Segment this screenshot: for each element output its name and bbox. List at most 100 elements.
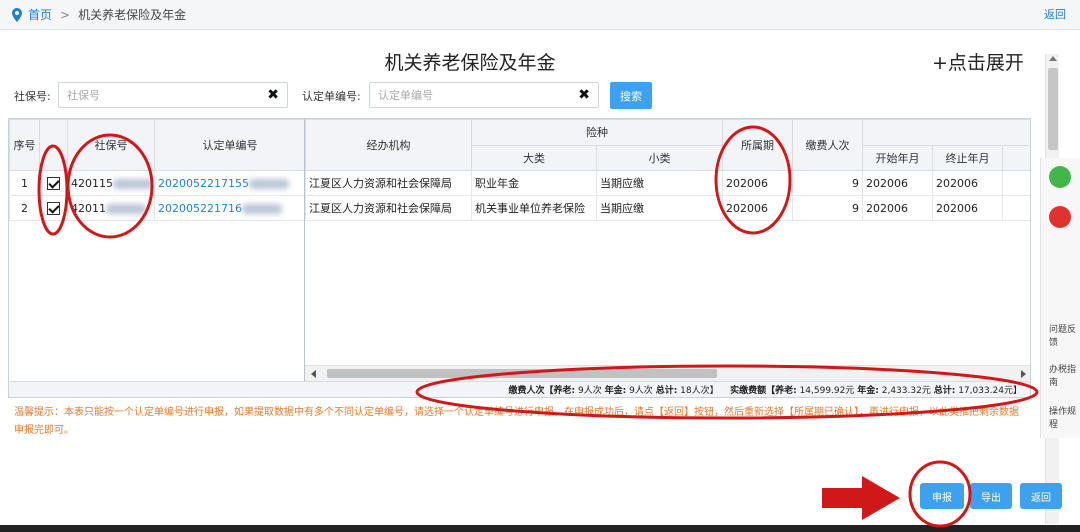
summary-amount-label: 实缴费额【养老: [730,386,797,396]
floating-sidebar: 问题反馈 办税指南 操作规程 [1040,158,1080,438]
row-checkbox-cell [39,170,68,196]
export-button[interactable]: 导出 [970,483,1012,509]
sidebar-rules[interactable]: 操作规程 [1049,406,1077,432]
page-title: 机关养老保险及年金 [384,52,556,74]
grid-frozen-columns: 序号 社保号 认定单编号 1 420115 2020052217155 2 42… [9,119,305,381]
ssn-clear-icon[interactable]: ✖ [267,87,279,103]
header-end: 终止年月 [932,144,1003,171]
taskbar-strip [0,525,1080,532]
breadcrumb-home-link[interactable]: 首页 [28,6,52,23]
cert-input[interactable] [370,83,598,107]
row-seq: 2 [9,195,40,221]
top-back-link[interactable]: 返回 [1044,6,1066,22]
summary-persons-total-label: 总计: [655,386,678,396]
data-grid: 序号 社保号 认定单编号 1 420115 2020052217155 2 42… [8,118,1031,398]
location-pin-icon [12,7,22,22]
row-ssn-cell: 42011 [67,195,155,221]
breadcrumb-separator: > [60,7,71,22]
row-start: 202006 [862,195,933,221]
header-minor: 小类 [596,144,723,171]
expand-toggle[interactable]: +点击展开 [932,48,1024,75]
table-row[interactable]: 2 42011 202005221716 [9,195,304,221]
row-cert-cell: 202005221716 [154,195,304,221]
row-minor: 当期应缴 [596,195,723,221]
warm-tip: 温馨提示：本表只能按一个认定单编号进行申报，如果提取数据中有多个不同认定单编号，… [14,407,1019,436]
wechat-icon[interactable] [1049,166,1071,188]
header-start: 开始年月 [862,144,933,171]
grid-scroll-columns: 经办机构 险种 所属期 缴费人次 缴 大类 小类 开始年月 终止年月 江夏区人力… [305,119,1030,381]
row-end: 202006 [932,170,1003,196]
summary-persons-total: 18人次】 [680,386,719,396]
scroll-left-arrow-icon[interactable] [311,370,316,378]
grid-summary: 缴费人次【养老: 9人次 年金: 9人次 总计: 18人次】 实缴费额【养老: … [9,381,1030,397]
header-pay-group: 缴 [861,119,1030,146]
row-partial [1001,170,1030,196]
header-seq: 序号 [9,119,40,171]
summary-persons-annuity-label: 年金: [604,386,627,396]
scroll-up-arrow-icon[interactable] [1049,56,1057,61]
submit-button[interactable]: 申报 [920,483,964,509]
header-ssn: 社保号 [67,119,155,171]
row-cert-cell: 2020052217155 [154,170,304,196]
table-row[interactable]: 江夏区人力资源和社会保障局 职业年金 当期应缴 202006 9 202006 … [305,170,1030,196]
header-partial [1001,144,1030,171]
summary-amount-annuity-label: 年金: [857,386,879,396]
row-end: 202006 [932,195,1003,221]
search-bar: 社保号: ✖ 认定单编号: ✖ 搜索 [0,80,1040,112]
row-partial [1001,195,1030,221]
sidebar-feedback[interactable]: 问题反馈 [1049,324,1077,350]
page-scroll-thumb[interactable] [1048,68,1058,150]
summary-amount-total: 17,033.24元】 [958,386,1022,396]
row-seq: 1 [9,170,40,196]
header-cert: 认定单编号 [154,119,304,171]
row-start: 202006 [862,170,933,196]
header-select[interactable] [39,119,68,171]
annotation-arrow-icon [822,476,900,520]
summary-amount-pension: 14,599.92元 [799,386,855,396]
breadcrumb-bar: 首页 > 机关养老保险及年金 返回 [0,0,1080,30]
row-period: 202006 [722,170,793,196]
summary-amount-annuity: 2,433.32元 [881,386,931,396]
redaction-blur [113,178,153,189]
summary-persons-pension: 9人次 [577,386,602,396]
cert-clear-icon[interactable]: ✖ [578,87,590,103]
row-checkbox-cell [39,195,68,221]
back-button[interactable]: 返回 [1020,483,1062,509]
ssn-label: 社保号: [14,90,51,103]
row-period: 202006 [722,195,793,221]
weibo-icon[interactable] [1049,206,1071,228]
header-period: 所属期 [722,119,793,171]
scroll-right-arrow-icon[interactable] [1021,370,1026,378]
table-row[interactable]: 江夏区人力资源和社会保障局 机关事业单位养老保险 当期应缴 202006 9 2… [305,195,1030,221]
redaction-blur [106,203,146,214]
row-cert-link[interactable]: 2020052217155 [158,177,249,190]
row-ssn-cell: 420115 [67,170,155,196]
row-agency: 江夏区人力资源和社会保障局 [305,195,472,221]
redaction-blur [248,178,289,189]
row-cert-link[interactable]: 202005221716 [158,202,242,215]
table-row[interactable]: 1 420115 2020052217155 [9,170,304,196]
row-ssn: 420115 [71,176,113,190]
header-insurance: 险种 [471,119,723,146]
row-checkbox[interactable] [47,201,60,215]
sidebar-guide[interactable]: 办税指南 [1049,364,1077,390]
ssn-field: ✖ [58,82,288,108]
row-major: 机关事业单位养老保险 [471,195,597,221]
row-checkbox[interactable] [47,176,60,190]
summary-amount-total-label: 总计: [933,386,956,396]
row-agency: 江夏区人力资源和社会保障局 [305,170,472,196]
cert-label: 认定单编号: [302,90,361,103]
redaction-blur [241,203,282,214]
summary-persons-annuity: 9人次 [629,386,653,396]
grid-scroll-thumb[interactable] [327,369,717,378]
row-ssn: 42011 [71,201,106,215]
row-major: 职业年金 [471,170,597,196]
search-button[interactable]: 搜索 [610,82,652,109]
row-persons: 9 [792,170,863,196]
row-persons: 9 [792,195,863,221]
grid-horizontal-scrollbar[interactable] [305,365,1030,381]
row-minor: 当期应缴 [596,170,723,196]
ssn-input[interactable] [59,83,287,107]
header-persons: 缴费人次 [792,119,863,171]
breadcrumb: 首页 > 机关养老保险及年金 [12,6,186,23]
